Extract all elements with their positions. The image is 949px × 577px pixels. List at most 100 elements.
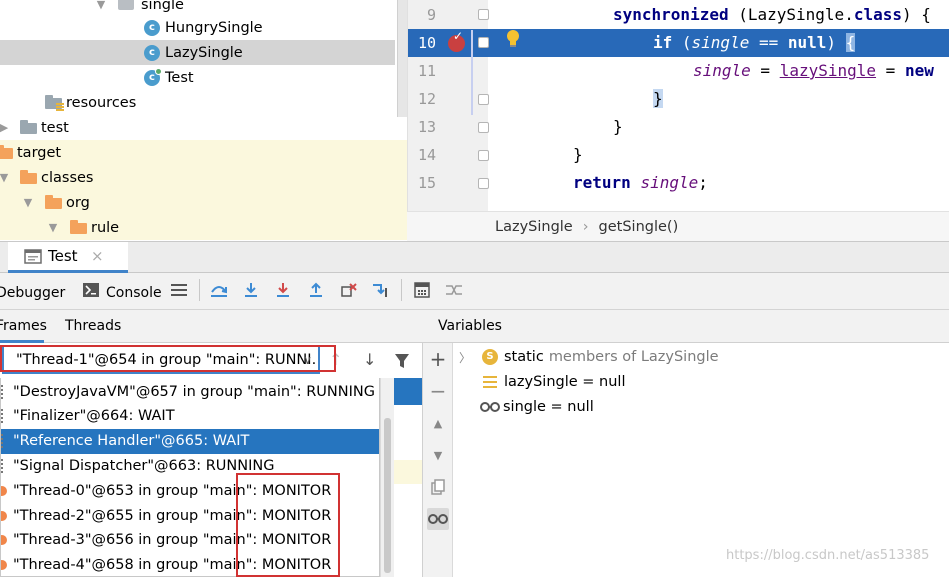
- frame-library-highlight: [394, 460, 422, 484]
- tab-threads[interactable]: Threads: [65, 318, 121, 334]
- line-number[interactable]: 14: [408, 141, 436, 169]
- menu-icon[interactable]: [168, 279, 190, 301]
- code-text: }: [653, 85, 663, 113]
- fold-marker-icon[interactable]: [478, 94, 489, 105]
- monitor-thread-icon: [1, 560, 7, 571]
- remove-watch-icon[interactable]: −: [427, 379, 449, 403]
- code-line[interactable]: 13}: [408, 113, 949, 141]
- console-icon: [82, 281, 100, 299]
- excluded-folder-icon: [70, 220, 87, 234]
- code-token: if: [653, 33, 673, 52]
- breadcrumb-method[interactable]: getSingle(): [599, 219, 679, 235]
- variable-value: = null: [577, 373, 626, 390]
- breadcrumb: LazySingle › getSingle(): [407, 211, 949, 241]
- copy-icon[interactable]: [427, 476, 449, 498]
- step-into-icon[interactable]: [240, 279, 262, 301]
- code-line[interactable]: 10 if (single == null) {: [408, 29, 949, 57]
- fold-marker-icon[interactable]: [478, 178, 489, 189]
- tree-item-rule[interactable]: ▼ rule: [0, 215, 407, 240]
- code-line[interactable]: 14}: [408, 141, 949, 169]
- breadcrumb-class[interactable]: LazySingle: [495, 219, 573, 235]
- resources-marker-icon: [56, 103, 64, 111]
- show-watches-icon[interactable]: [427, 508, 449, 530]
- code-line[interactable]: 11 single = lazySingle = new: [408, 57, 949, 85]
- thread-list-item[interactable]: "DestroyJavaVM"@657 in group "main": RUN…: [1, 379, 379, 404]
- variable-value: members of LazySingle: [548, 348, 719, 365]
- code-line[interactable]: 12}: [408, 85, 949, 113]
- run-tab-test[interactable]: Test ×: [8, 242, 128, 273]
- code-token: (LazySingle.: [728, 5, 854, 24]
- tree-scrollbar[interactable]: [397, 0, 407, 117]
- debugger-tab[interactable]: Debugger: [0, 285, 65, 301]
- fold-marker-icon[interactable]: [478, 150, 489, 161]
- fold-marker-icon[interactable]: [478, 9, 489, 20]
- chevron-down-icon[interactable]: ▼: [95, 0, 107, 11]
- tree-item-lazysingle[interactable]: c LazySingle: [0, 40, 395, 65]
- lightbulb-icon[interactable]: [505, 29, 521, 49]
- thread-list-scrollbar[interactable]: [380, 378, 394, 577]
- variable-static[interactable]: S static members of LazySingle: [482, 344, 719, 369]
- watch-icon: [480, 401, 500, 412]
- variable-name: static: [504, 348, 544, 365]
- chevron-right-icon[interactable]: 〉: [459, 349, 471, 366]
- tree-item-label: HungrySingle: [165, 19, 263, 36]
- variable-lazysingle[interactable]: lazySingle = null: [482, 369, 626, 394]
- run-to-cursor-icon[interactable]: [370, 279, 392, 301]
- chevron-down-icon[interactable]: ▼: [22, 197, 34, 209]
- code-token: }: [653, 89, 663, 108]
- tree-item-label: org: [66, 194, 90, 211]
- code-token: null: [787, 33, 827, 52]
- arrow-down-icon[interactable]: ↓: [363, 350, 376, 369]
- tree-item-label: classes: [41, 169, 94, 186]
- add-watch-icon[interactable]: +: [427, 347, 449, 371]
- code-line[interactable]: 15 return single;: [408, 169, 949, 197]
- thread-list-item[interactable]: "Reference Handler"@665: WAIT: [1, 428, 379, 454]
- line-number[interactable]: 12: [408, 85, 436, 113]
- chevron-down-icon[interactable]: ▼: [47, 222, 59, 234]
- evaluate-expression-icon[interactable]: [411, 279, 433, 301]
- thread-list-item[interactable]: "Finalizer"@664: WAIT: [1, 404, 379, 429]
- fold-marker-icon[interactable]: [478, 37, 489, 48]
- step-out-icon[interactable]: [305, 279, 327, 301]
- code-line[interactable]: 9 synchronized (LazySingle.class) {: [408, 1, 949, 29]
- monitor-thread-icon: [1, 510, 7, 521]
- line-number[interactable]: 9: [408, 1, 436, 29]
- console-tab[interactable]: Console: [106, 285, 162, 301]
- filter-icon[interactable]: [394, 353, 410, 369]
- drop-frame-icon[interactable]: [338, 279, 360, 301]
- step-over-icon[interactable]: [208, 279, 230, 301]
- tree-item-org[interactable]: ▼ org: [0, 190, 407, 215]
- tree-item-test-class[interactable]: c Test: [0, 65, 407, 90]
- line-number[interactable]: 11: [408, 57, 436, 85]
- tree-item-resources[interactable]: resources: [0, 90, 407, 115]
- thread-label: "Finalizer"@664: WAIT: [13, 408, 175, 425]
- variables-tab-bar: Variables: [423, 310, 949, 343]
- variable-single[interactable]: single = null: [480, 394, 594, 419]
- move-up-icon[interactable]: ▲: [427, 412, 449, 434]
- chevron-right-icon[interactable]: ▶: [0, 122, 10, 134]
- tree-item-hungrysingle[interactable]: c HungrySingle: [0, 15, 407, 40]
- move-down-icon[interactable]: ▼: [427, 444, 449, 466]
- line-number[interactable]: 13: [408, 113, 436, 141]
- trace-stream-icon[interactable]: [443, 279, 465, 301]
- tree-item-test-folder[interactable]: ▶ test: [0, 115, 407, 140]
- force-step-into-icon[interactable]: [272, 279, 294, 301]
- thread-icon: [1, 434, 7, 449]
- code-token: ): [826, 33, 846, 52]
- code-token: }: [613, 117, 623, 136]
- change-marker: [471, 30, 473, 115]
- variable-name: lazySingle: [504, 373, 578, 390]
- tree-item-target[interactable]: target: [0, 140, 407, 165]
- tab-frames[interactable]: Frames: [0, 318, 47, 334]
- line-number[interactable]: 15: [408, 169, 436, 197]
- tab-variables[interactable]: Variables: [438, 318, 502, 334]
- close-icon[interactable]: ×: [91, 247, 104, 265]
- fold-marker-icon[interactable]: [478, 122, 489, 133]
- code-editor[interactable]: 9 synchronized (LazySingle.class) {10 if (…: [407, 0, 949, 211]
- tree-item-label: target: [17, 144, 62, 161]
- code-token: class: [853, 5, 902, 24]
- line-number[interactable]: 10: [408, 29, 436, 57]
- tree-item-classes[interactable]: ▼ classes: [0, 165, 407, 190]
- frames-tab-bar: Frames Threads: [0, 310, 423, 343]
- chevron-down-icon[interactable]: ▼: [0, 172, 10, 184]
